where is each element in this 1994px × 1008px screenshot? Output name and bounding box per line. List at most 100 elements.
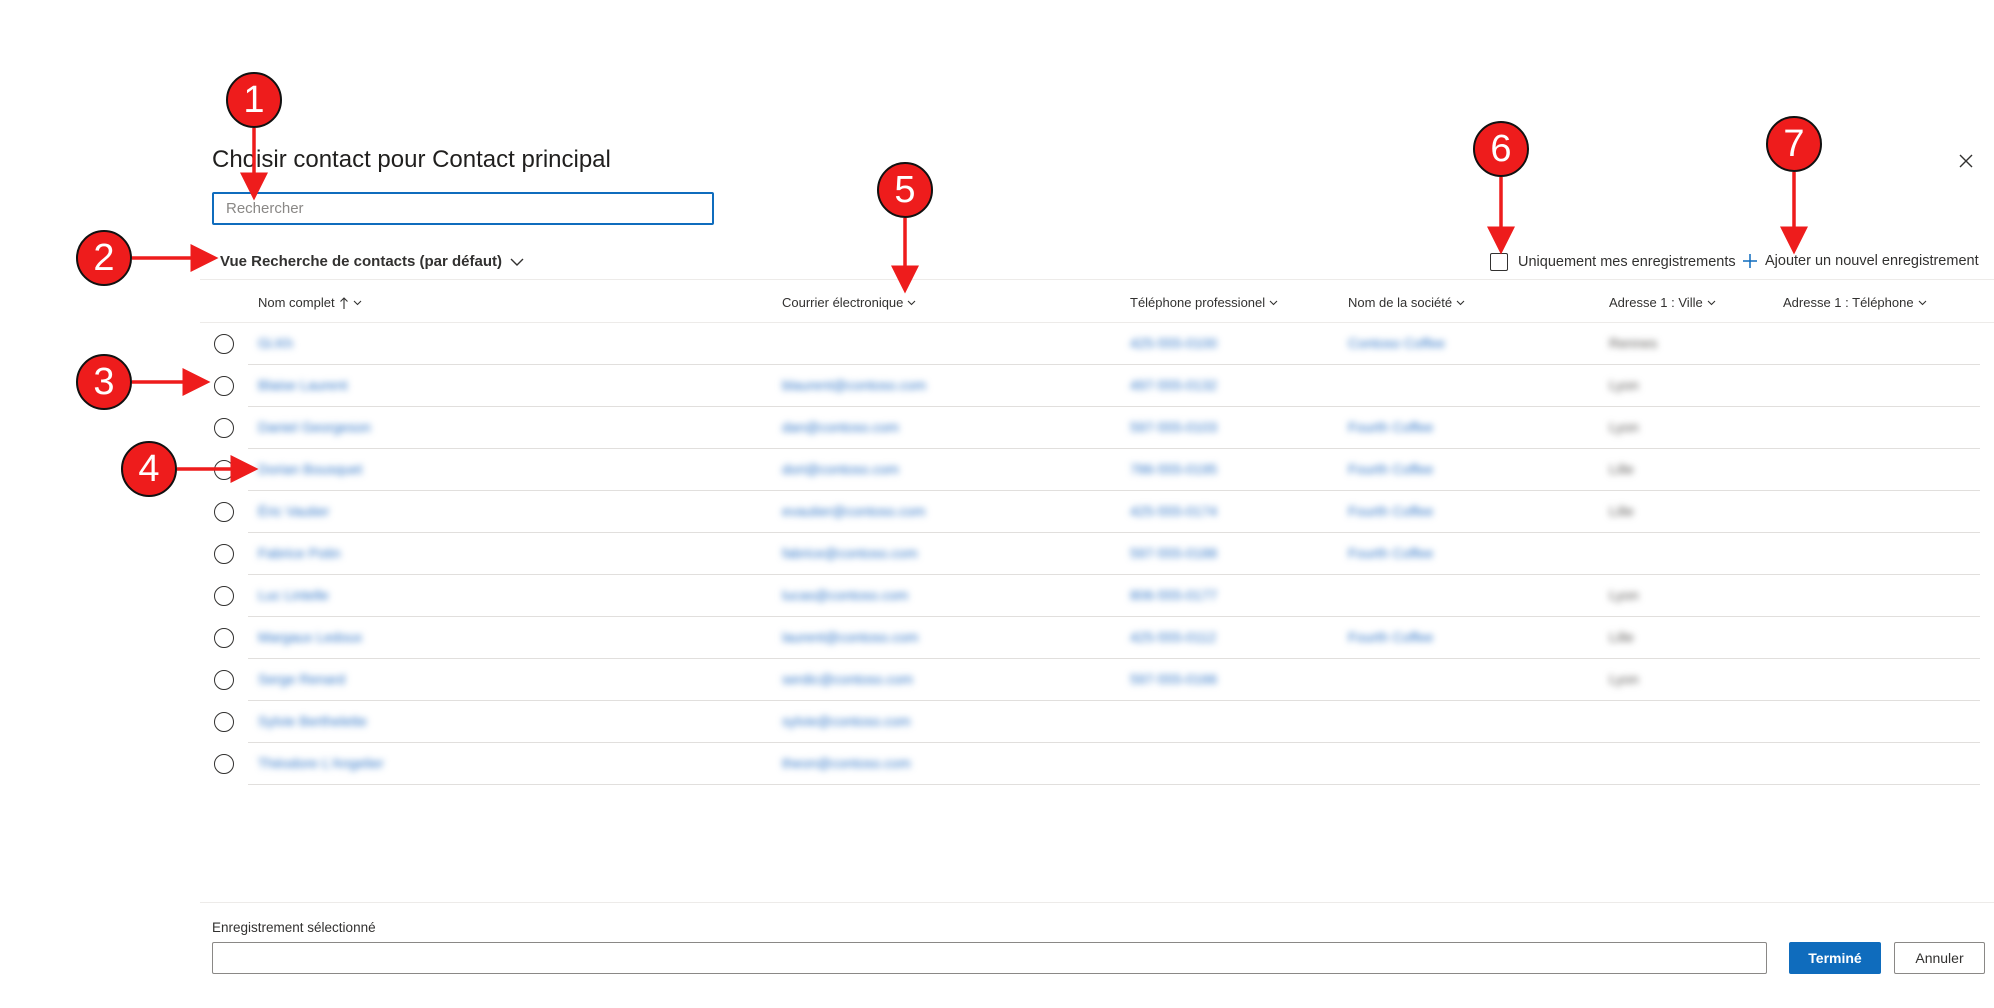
column-header-address-phone[interactable]: Adresse 1 : Téléphone [1783, 295, 1927, 310]
cell-address-city: Lyon [1609, 377, 1639, 393]
column-header-email[interactable]: Courrier électronique [782, 295, 916, 310]
cell-business-phone[interactable]: 425-555-0100 [1130, 335, 1217, 351]
cell-business-phone[interactable]: 806-555-0177 [1130, 587, 1217, 603]
cell-address-city: Lille [1609, 629, 1634, 645]
cell-company-name[interactable]: Fourth Coffee [1348, 461, 1433, 477]
cell-address-city: Lyon [1609, 587, 1639, 603]
table-row[interactable]: Sylvie Berthelette sylvie@contoso.com [200, 701, 1994, 743]
table-row[interactable]: Éric Vautier evautier@contoso.com 425-555-… [200, 491, 1994, 533]
row-select-radio[interactable] [214, 754, 234, 774]
cell-email[interactable]: dan@contoso.com [782, 419, 899, 435]
cell-full-name[interactable]: Théodore L'Angelier [258, 755, 384, 771]
cell-business-phone[interactable]: 597-555-0103 [1130, 419, 1217, 435]
row-select-radio[interactable] [214, 586, 234, 606]
selected-record-field[interactable] [212, 942, 1767, 974]
cell-full-name[interactable]: Blaise Laurent [258, 377, 348, 393]
column-header-label: Nom de la société [1348, 295, 1453, 310]
table-row[interactable]: Serge Renard serdic@contoso.com 597-555-01… [200, 659, 1994, 701]
table-row[interactable]: Gi.Kh 425-555-0100 Contoso Coffee Rennes [200, 323, 1994, 365]
row-divider [248, 784, 1980, 785]
dialog-title: Choisir contact pour Contact principal [212, 146, 611, 173]
cell-company-name[interactable]: Fourth Coffee [1348, 545, 1433, 561]
add-new-record-button[interactable]: Ajouter un nouvel enregistrement [1742, 253, 1979, 269]
chevron-down-icon [353, 300, 361, 305]
view-selector-label: Vue Recherche de contacts (par défaut) [220, 253, 503, 270]
table-row[interactable]: Luc Lintelle lucas@contoso.com 806-555-017… [200, 575, 1994, 617]
table-row[interactable]: Dorian Bousquet dori@contoso.com 786-555-0… [200, 449, 1994, 491]
callout-3: 3 [76, 354, 132, 410]
row-select-radio[interactable] [214, 628, 234, 648]
cell-email[interactable]: sylvie@contoso.com [782, 713, 911, 729]
column-header-company-name[interactable]: Nom de la société [1348, 295, 1465, 310]
chevron-down-icon [908, 300, 916, 305]
table-row[interactable]: Blaise Laurent blaurent@contoso.com 497-55… [200, 365, 1994, 407]
row-select-radio[interactable] [214, 712, 234, 732]
only-my-records-toggle[interactable]: Uniquement mes enregistrements [1490, 253, 1736, 271]
column-header-label: Adresse 1 : Ville [1609, 295, 1703, 310]
row-select-radio[interactable] [214, 376, 234, 396]
cell-address-city: Lille [1609, 503, 1634, 519]
done-button[interactable]: Terminé [1789, 942, 1881, 974]
callout-5: 5 [877, 162, 933, 218]
row-select-radio[interactable] [214, 502, 234, 522]
close-button[interactable] [1955, 150, 1977, 172]
row-select-radio[interactable] [214, 460, 234, 480]
cancel-button[interactable]: Annuler [1894, 942, 1985, 974]
table-row[interactable]: Daniel Georgeson dan@contoso.com 597-555-0… [200, 407, 1994, 449]
close-icon [1959, 154, 1973, 168]
cell-address-city: Lyon [1609, 671, 1639, 687]
cell-full-name[interactable]: Daniel Georgeson [258, 419, 371, 435]
chevron-down-icon [1269, 300, 1278, 305]
cell-full-name[interactable]: Dorian Bousquet [258, 461, 362, 477]
cell-email[interactable]: blaurent@contoso.com [782, 377, 926, 393]
cell-company-name[interactable]: Fourth Coffee [1348, 503, 1433, 519]
cell-company-name[interactable]: Fourth Coffee [1348, 419, 1433, 435]
cell-business-phone[interactable]: 597-555-0188 [1130, 545, 1217, 561]
cell-business-phone[interactable]: 425-555-0112 [1130, 629, 1216, 645]
cell-email[interactable]: dori@contoso.com [782, 461, 899, 477]
callout-4: 4 [121, 441, 177, 497]
column-header-full-name[interactable]: Nom complet [258, 295, 362, 310]
column-header-label: Téléphone professionel [1130, 295, 1266, 310]
cell-company-name[interactable]: Fourth Coffee [1348, 629, 1433, 645]
table-row[interactable]: Théodore L'Angelier theon@contoso.com [200, 743, 1994, 785]
callout-6: 6 [1473, 121, 1529, 177]
cell-email[interactable]: evautier@contoso.com [782, 503, 925, 519]
plus-icon [1743, 254, 1757, 268]
row-select-radio[interactable] [214, 418, 234, 438]
cell-email[interactable]: theon@contoso.com [782, 755, 911, 771]
table-row[interactable]: Fabrice Potin fabrice@contoso.com 597-555-… [200, 533, 1994, 575]
cell-company-name[interactable]: Contoso Coffee [1348, 335, 1445, 351]
only-my-records-checkbox[interactable] [1490, 253, 1508, 271]
column-header-address-city[interactable]: Adresse 1 : Ville [1609, 295, 1716, 310]
cell-full-name[interactable]: Serge Renard [258, 671, 345, 687]
table-row[interactable]: Margaux Ledoux laurent@contoso.com 425-555… [200, 617, 1994, 659]
selected-record-label: Enregistrement sélectionné [212, 920, 376, 935]
cell-email[interactable]: laurent@contoso.com [782, 629, 918, 645]
cell-email[interactable]: fabrice@contoso.com [782, 545, 918, 561]
row-select-radio[interactable] [214, 544, 234, 564]
cell-full-name[interactable]: Éric Vautier [258, 503, 329, 519]
cell-business-phone[interactable]: 597-555-0166 [1130, 671, 1217, 687]
cell-business-phone[interactable]: 786-555-0195 [1130, 461, 1217, 477]
cell-full-name[interactable]: Margaux Ledoux [258, 629, 362, 645]
column-header-label: Nom complet [258, 295, 335, 310]
search-input[interactable] [214, 194, 712, 223]
view-selector[interactable]: Vue Recherche de contacts (par défaut) [220, 253, 524, 270]
cell-email[interactable]: lucas@contoso.com [782, 587, 908, 603]
cell-business-phone[interactable]: 425-555-0174 [1130, 503, 1217, 519]
chevron-down-icon [1918, 300, 1926, 305]
cell-full-name[interactable]: Fabrice Potin [258, 545, 340, 561]
cell-email[interactable]: serdic@contoso.com [782, 671, 913, 687]
chevron-down-icon [1707, 300, 1716, 305]
toolbar-divider [200, 279, 1994, 280]
row-select-radio[interactable] [214, 670, 234, 690]
cell-business-phone[interactable]: 497-555-0132 [1130, 377, 1217, 393]
search-field[interactable] [212, 192, 714, 225]
callout-2: 2 [76, 230, 132, 286]
column-header-business-phone[interactable]: Téléphone professionel [1130, 295, 1278, 310]
cell-full-name[interactable]: Gi.Kh [258, 335, 293, 351]
cell-full-name[interactable]: Luc Lintelle [258, 587, 329, 603]
cell-full-name[interactable]: Sylvie Berthelette [258, 713, 367, 729]
row-select-radio[interactable] [214, 334, 234, 354]
